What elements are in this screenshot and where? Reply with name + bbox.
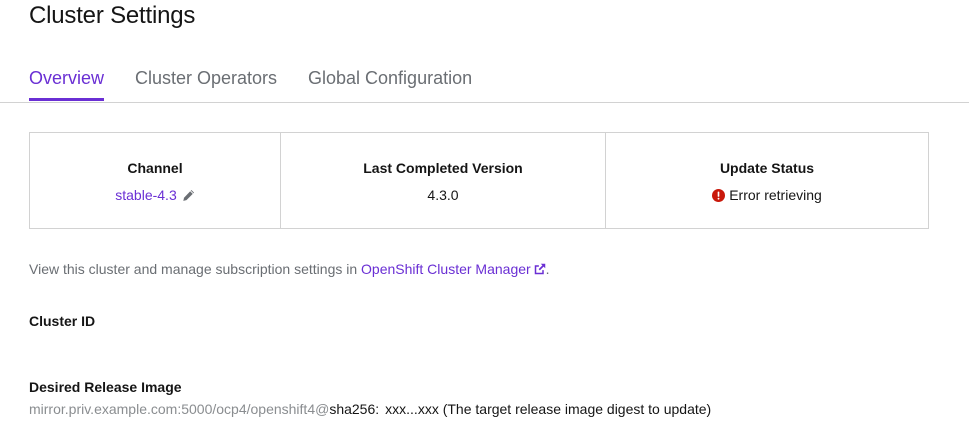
release-image-digest-note: xxx...xxx (The target release image dige… <box>385 401 712 417</box>
active-tab-indicator <box>29 98 104 101</box>
cluster-id-label: Cluster ID <box>29 313 96 329</box>
update-status-cell: Update Status Error retrieving <box>605 133 928 228</box>
last-version-value: 4.3.0 <box>427 187 459 203</box>
channel-cell: Channel stable-4.3 <box>30 133 280 228</box>
tab-bar: Overview Cluster Operators Global Config… <box>0 60 969 103</box>
release-image-sha: sha256: <box>329 401 380 417</box>
desired-release-image-value: mirror.priv.example.com:5000/ocp4/opensh… <box>29 401 711 417</box>
last-version-heading: Last Completed Version <box>363 160 523 176</box>
channel-link[interactable]: stable-4.3 <box>115 187 176 203</box>
update-status-text: Error retrieving <box>729 187 822 203</box>
update-status-value-row: Error retrieving <box>606 187 928 205</box>
openshift-cluster-manager-link[interactable]: OpenShift Cluster Manager <box>361 261 531 277</box>
tab-global-configuration[interactable]: Global Configuration <box>308 68 472 89</box>
subscription-description: View this cluster and manage subscriptio… <box>29 261 550 278</box>
desired-release-image-label: Desired Release Image <box>29 379 182 395</box>
last-completed-version-cell: Last Completed Version 4.3.0 <box>280 133 605 228</box>
cluster-settings-page: Cluster Settings Overview Cluster Operat… <box>0 0 969 441</box>
description-prefix: View this cluster and manage subscriptio… <box>29 261 362 277</box>
external-link-icon[interactable] <box>534 262 546 278</box>
page-title: Cluster Settings <box>29 2 196 29</box>
update-status-heading: Update Status <box>719 160 815 176</box>
pencil-icon[interactable] <box>182 189 195 205</box>
tab-overview[interactable]: Overview <box>29 68 104 89</box>
release-image-repo: mirror.priv.example.com:5000/ocp4/opensh… <box>29 401 330 417</box>
channel-value-row: stable-4.3 <box>30 187 280 205</box>
channel-heading: Channel <box>127 160 183 176</box>
cluster-summary-card: Channel stable-4.3 Last Completed Versio… <box>29 132 929 229</box>
description-suffix: . <box>545 261 550 277</box>
error-circle-icon <box>712 189 726 205</box>
tab-cluster-operators[interactable]: Cluster Operators <box>135 68 277 89</box>
